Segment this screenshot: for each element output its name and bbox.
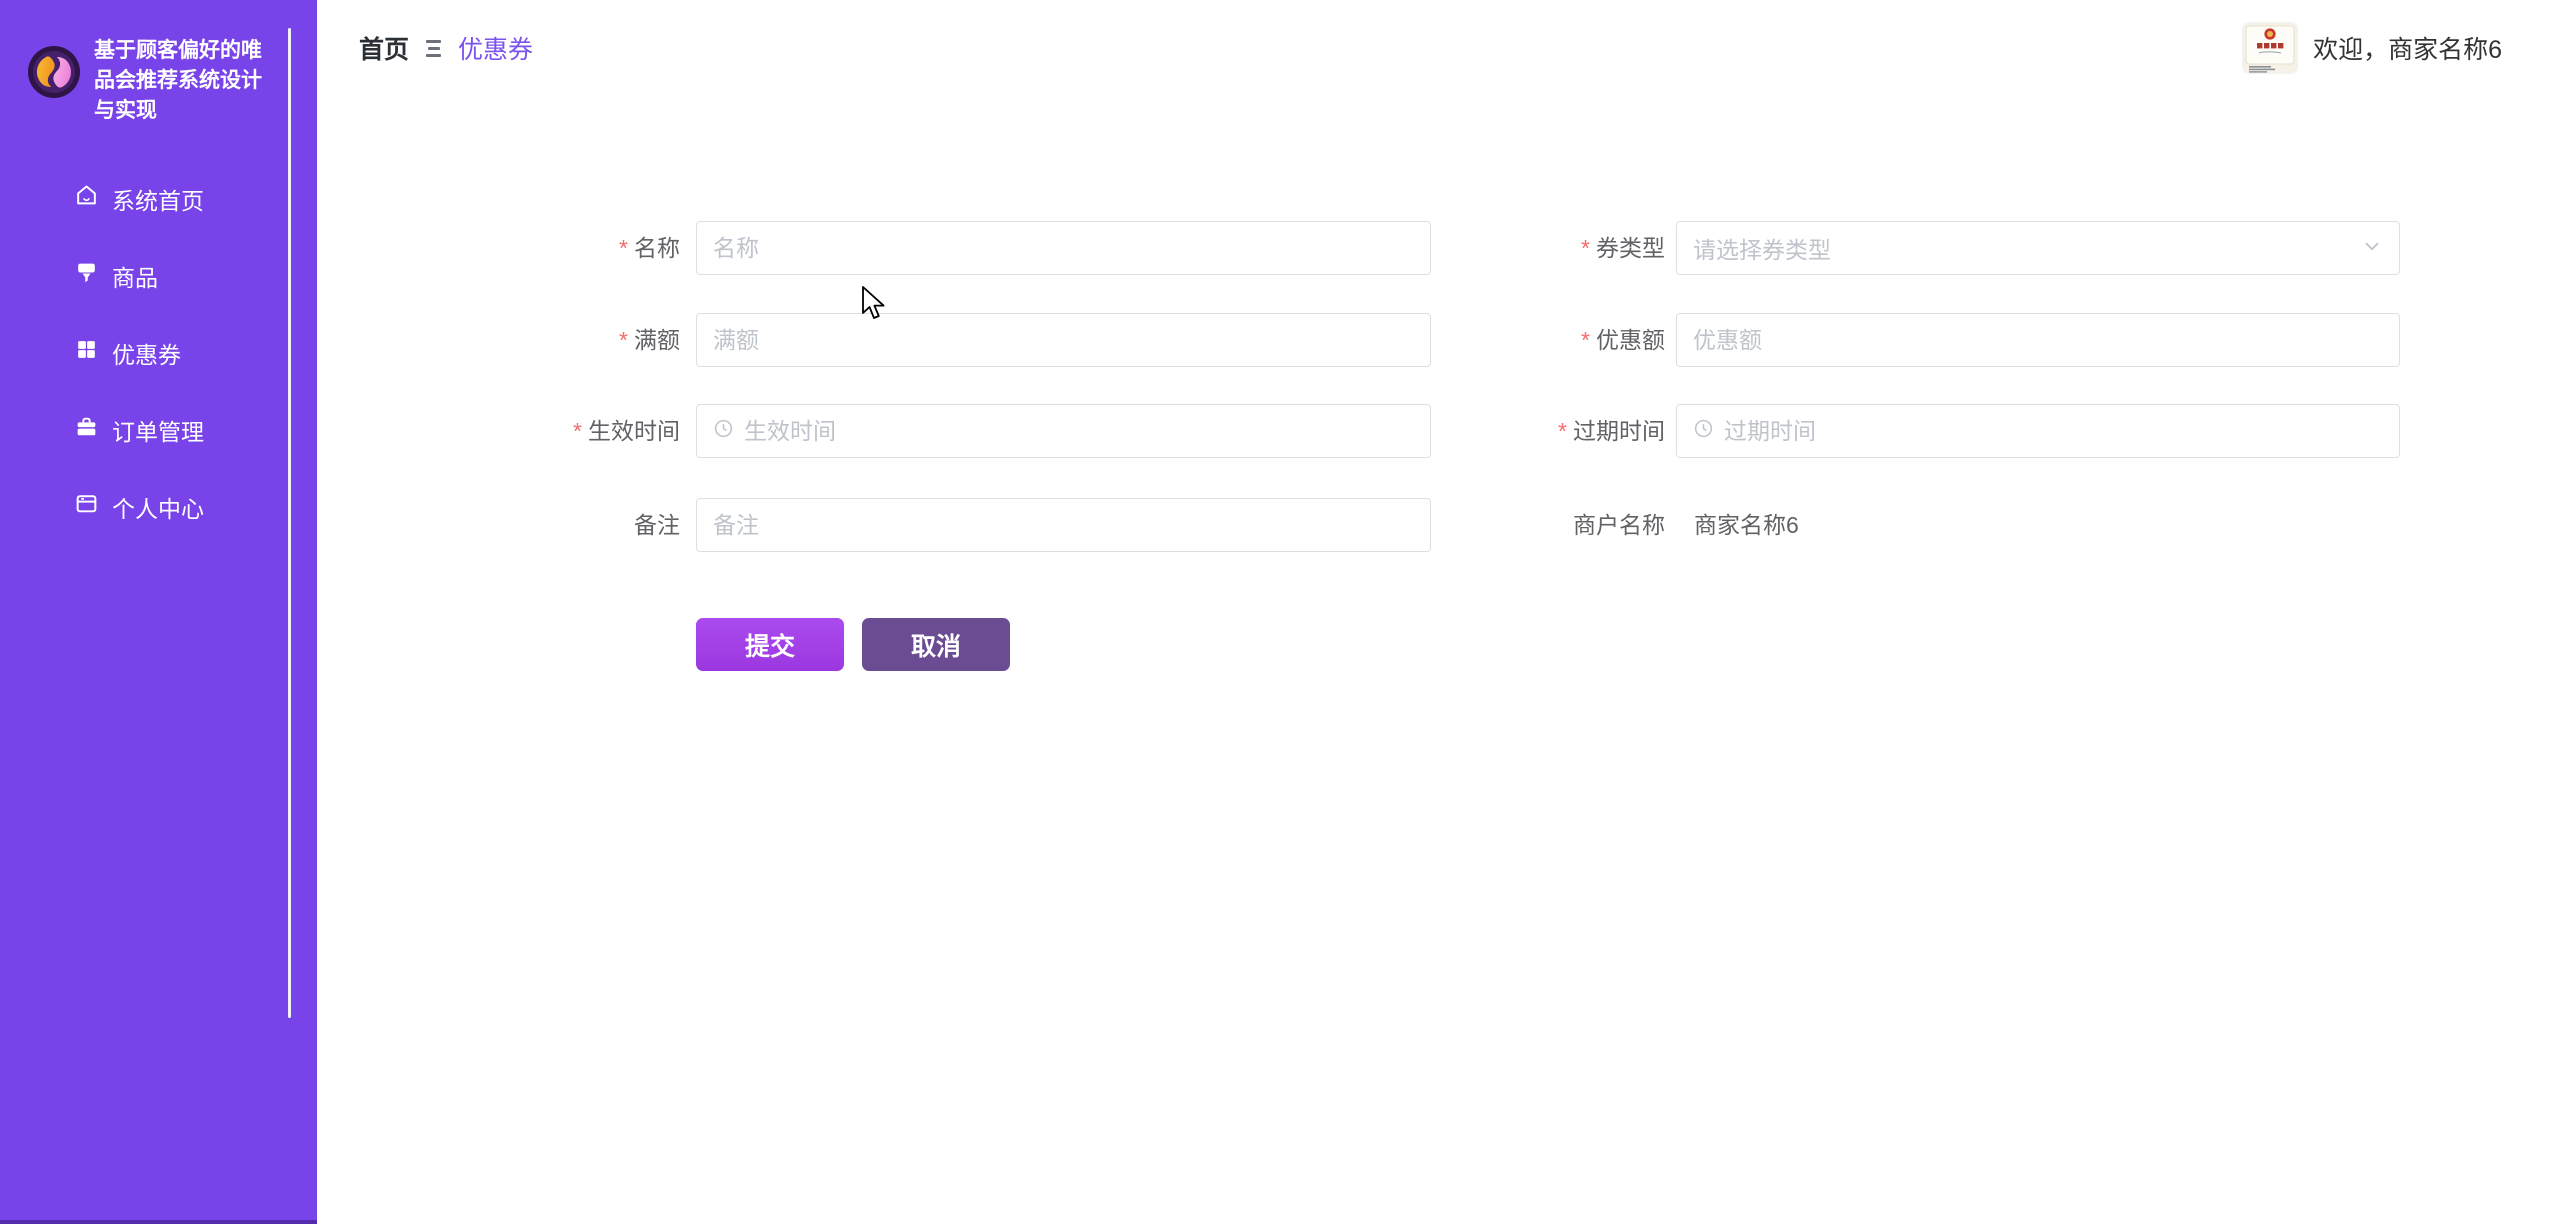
discount-amount-label: *优惠额 [1415, 313, 1665, 367]
coupon-type-label: *券类型 [1415, 221, 1665, 275]
remark-input[interactable] [713, 512, 1414, 539]
sidebar-item-label: 系统首页 [112, 182, 204, 216]
remark-input-wrap [696, 498, 1431, 552]
sidebar-item-system-home[interactable]: 系统首页 [0, 160, 288, 237]
sidebar-item-goods[interactable]: 商品 [0, 237, 288, 314]
required-marker: * [1581, 235, 1590, 261]
coupon-type-placeholder: 请选择券类型 [1693, 231, 1831, 265]
clock-icon [713, 418, 734, 444]
required-marker: * [619, 327, 628, 353]
name-input[interactable] [713, 235, 1414, 262]
required-marker: * [619, 235, 628, 261]
briefcase-icon [74, 414, 99, 445]
breadcrumb-home[interactable]: 首页 [359, 30, 409, 66]
breadcrumb-current[interactable]: 优惠券 [458, 30, 533, 66]
required-marker: * [573, 418, 582, 444]
coupon-type-select[interactable]: 请选择券类型 [1676, 221, 2400, 275]
app-title: 基于顾客偏好的唯品会推荐系统设计与实现 [94, 36, 277, 126]
submit-button[interactable]: 提交 [696, 618, 844, 671]
sidebar-menu: 系统首页 商品 [0, 160, 288, 545]
required-marker: * [1558, 418, 1567, 444]
sidebar-bottom-edge [0, 1220, 317, 1224]
cancel-button[interactable]: 取消 [862, 618, 1010, 671]
merchant-name-value: 商家名称6 [1694, 498, 1799, 552]
breadcrumb: 首页 优惠券 [359, 30, 533, 66]
welcome-text: 欢迎，商家名称6 [2313, 30, 2502, 66]
sidebar-item-label: 优惠券 [112, 336, 181, 370]
expire-time-label: *过期时间 [1415, 404, 1665, 458]
min-amount-label: *满额 [430, 313, 680, 367]
clock-icon [1693, 418, 1714, 444]
discount-amount-input-wrap [1676, 313, 2400, 367]
avatar[interactable] [2243, 23, 2297, 73]
sidebar: 基于顾客偏好的唯品会推荐系统设计与实现 系统首页 [0, 0, 317, 1224]
coupon-form: *名称 *券类型 请选择券类型 *满额 *优惠额 [317, 96, 2560, 1224]
effective-time-picker[interactable] [696, 404, 1431, 458]
min-amount-input-wrap [696, 313, 1431, 367]
required-marker: * [1581, 327, 1590, 353]
remark-label: 备注 [430, 498, 680, 552]
min-amount-input[interactable] [713, 327, 1414, 354]
chevron-down-icon [2361, 235, 2383, 262]
sidebar-item-coupons[interactable]: 优惠券 [0, 314, 288, 391]
grid-icon [74, 337, 99, 368]
brand: 基于顾客偏好的唯品会推荐系统设计与实现 [0, 0, 317, 126]
effective-time-input[interactable] [744, 418, 1414, 445]
home-icon [74, 183, 99, 214]
sidebar-item-profile[interactable]: 个人中心 [0, 468, 288, 545]
name-input-wrap [696, 221, 1431, 275]
effective-time-label: *生效时间 [430, 404, 680, 458]
sidebar-item-orders[interactable]: 订单管理 [0, 391, 288, 468]
app-logo-icon [28, 46, 80, 98]
name-label: *名称 [430, 221, 680, 275]
user-box: 欢迎，商家名称6 [2243, 23, 2502, 73]
discount-amount-input[interactable] [1693, 327, 2383, 354]
sidebar-item-label: 个人中心 [112, 490, 204, 524]
breadcrumb-separator-icon [426, 40, 441, 57]
sidebar-item-label: 订单管理 [112, 413, 204, 447]
sidebar-scrollbar[interactable] [288, 28, 291, 1018]
top-header: 首页 优惠券 [317, 0, 2560, 96]
card-icon [74, 491, 99, 522]
merchant-name-label: 商户名称 [1415, 498, 1665, 552]
expire-time-picker[interactable] [1676, 404, 2400, 458]
expire-time-input[interactable] [1724, 418, 2383, 445]
page: 基于顾客偏好的唯品会推荐系统设计与实现 系统首页 [0, 0, 2560, 1224]
goods-icon [74, 260, 99, 291]
sidebar-item-label: 商品 [112, 259, 158, 293]
